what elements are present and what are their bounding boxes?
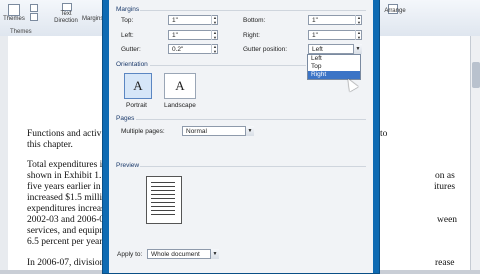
- multiple-pages-select[interactable]: Normal: [182, 126, 254, 136]
- apply-to-value: Whole document: [151, 251, 200, 258]
- themes-icon[interactable]: [8, 4, 20, 16]
- themes-button[interactable]: Themes: [2, 16, 26, 23]
- doc-fragment: ween: [437, 215, 458, 225]
- doc-line: In 2006-07, division: [27, 258, 105, 268]
- left-margin-value: 1": [172, 32, 178, 39]
- preview-line: [151, 214, 175, 215]
- portrait-label: Portrait: [126, 102, 147, 109]
- gutter-option-top[interactable]: Top: [308, 63, 360, 71]
- preview-line: [151, 194, 175, 195]
- bottom-margin-field[interactable]: 1": [308, 15, 362, 25]
- gutter-label: Gutter:: [121, 46, 141, 53]
- page-setup-dialog: [102, 0, 380, 274]
- arrange-button[interactable]: Arrange: [380, 8, 410, 15]
- doc-line: shown in Exhibit 1.: [27, 171, 102, 181]
- orientation-section-title: Orientation: [116, 61, 148, 68]
- landscape-button[interactable]: A: [164, 73, 196, 99]
- page-preview: [146, 176, 182, 224]
- bottom-label: Bottom:: [243, 17, 266, 24]
- pages-separator: [136, 119, 366, 120]
- doc-fragment: rease: [435, 258, 455, 268]
- preview-line: [151, 202, 175, 203]
- doc-line: services, and equipm: [27, 226, 107, 236]
- multiple-pages-dropdown-button[interactable]: ▼: [245, 126, 254, 136]
- colors-icon[interactable]: [30, 4, 38, 12]
- apply-to-select[interactable]: Whole document: [147, 249, 219, 259]
- doc-fragment: itures: [434, 182, 456, 192]
- gutter-spinner[interactable]: ▲ ▼: [211, 44, 218, 54]
- gutter-position-dropdown-button[interactable]: ▼: [353, 44, 362, 54]
- doc-fragment: to: [380, 129, 388, 139]
- gutter-value: 0.2": [172, 46, 184, 53]
- right-label: Right:: [243, 32, 260, 39]
- doc-line: increased $1.5 millio: [27, 193, 107, 203]
- preview-line: [151, 206, 175, 207]
- preview-separator: [140, 166, 366, 167]
- doc-line: 2002-03 and 2006-0: [27, 215, 105, 225]
- apply-to-label: Apply to:: [117, 251, 143, 258]
- preview-line: [151, 182, 175, 183]
- preview-section-title: Preview: [116, 162, 140, 169]
- doc-line: Functions and activ: [27, 129, 102, 139]
- doc-line: expenditures increas: [27, 204, 105, 214]
- gutter-option-left[interactable]: Left: [308, 55, 360, 63]
- left-label: Left:: [121, 32, 134, 39]
- right-margin-value: 1": [312, 32, 318, 39]
- bottom-margin-value: 1": [312, 17, 318, 24]
- scrollbar-thumb[interactable]: [472, 62, 480, 88]
- margins-section-title: Margins: [116, 6, 140, 13]
- themes-group-label: Themes: [10, 29, 32, 35]
- margins-button[interactable]: Margins: [82, 16, 103, 23]
- top-margin-spinner[interactable]: ▲ ▼: [211, 15, 218, 25]
- multiple-pages-value: Normal: [186, 128, 207, 135]
- pages-section-title: Pages: [116, 115, 135, 122]
- text-direction-icon[interactable]: [62, 3, 72, 11]
- doc-line: 6.5 percent per year: [27, 237, 103, 247]
- left-margin-spinner[interactable]: ▲ ▼: [211, 30, 218, 40]
- preview-line: [151, 198, 175, 199]
- preview-line: [151, 210, 175, 211]
- portrait-button[interactable]: A: [124, 73, 152, 99]
- bottom-margin-spinner[interactable]: ▲ ▼: [355, 15, 362, 25]
- landscape-label: Landscape: [164, 102, 196, 109]
- preview-line: [151, 190, 175, 191]
- orientation-separator: [150, 65, 306, 66]
- text-direction-button[interactable]: Text Direction: [50, 11, 82, 25]
- gutter-position-label: Gutter position:: [243, 46, 288, 53]
- top-label: Top:: [121, 17, 134, 24]
- apply-to-dropdown-button[interactable]: ▼: [210, 249, 219, 259]
- doc-line: five years earlier in: [27, 182, 101, 192]
- doc-fragment: on as: [435, 171, 455, 181]
- gutter-position-options: Left Top Right: [307, 54, 361, 80]
- right-margin-spinner[interactable]: ▲ ▼: [355, 30, 362, 40]
- preview-line: [151, 186, 175, 187]
- multiple-pages-label: Multiple pages:: [121, 128, 165, 135]
- top-margin-value: 1": [172, 17, 178, 24]
- fonts-icon[interactable]: [30, 13, 38, 21]
- dialog-body: [109, 0, 373, 273]
- margins-separator: [140, 10, 366, 11]
- gutter-position-value: Left: [312, 46, 323, 53]
- right-margin-field[interactable]: 1": [308, 30, 362, 40]
- vertical-scrollbar[interactable]: [470, 36, 480, 270]
- doc-line: this chapter.: [27, 140, 73, 150]
- doc-line: Total expenditures i: [27, 160, 103, 170]
